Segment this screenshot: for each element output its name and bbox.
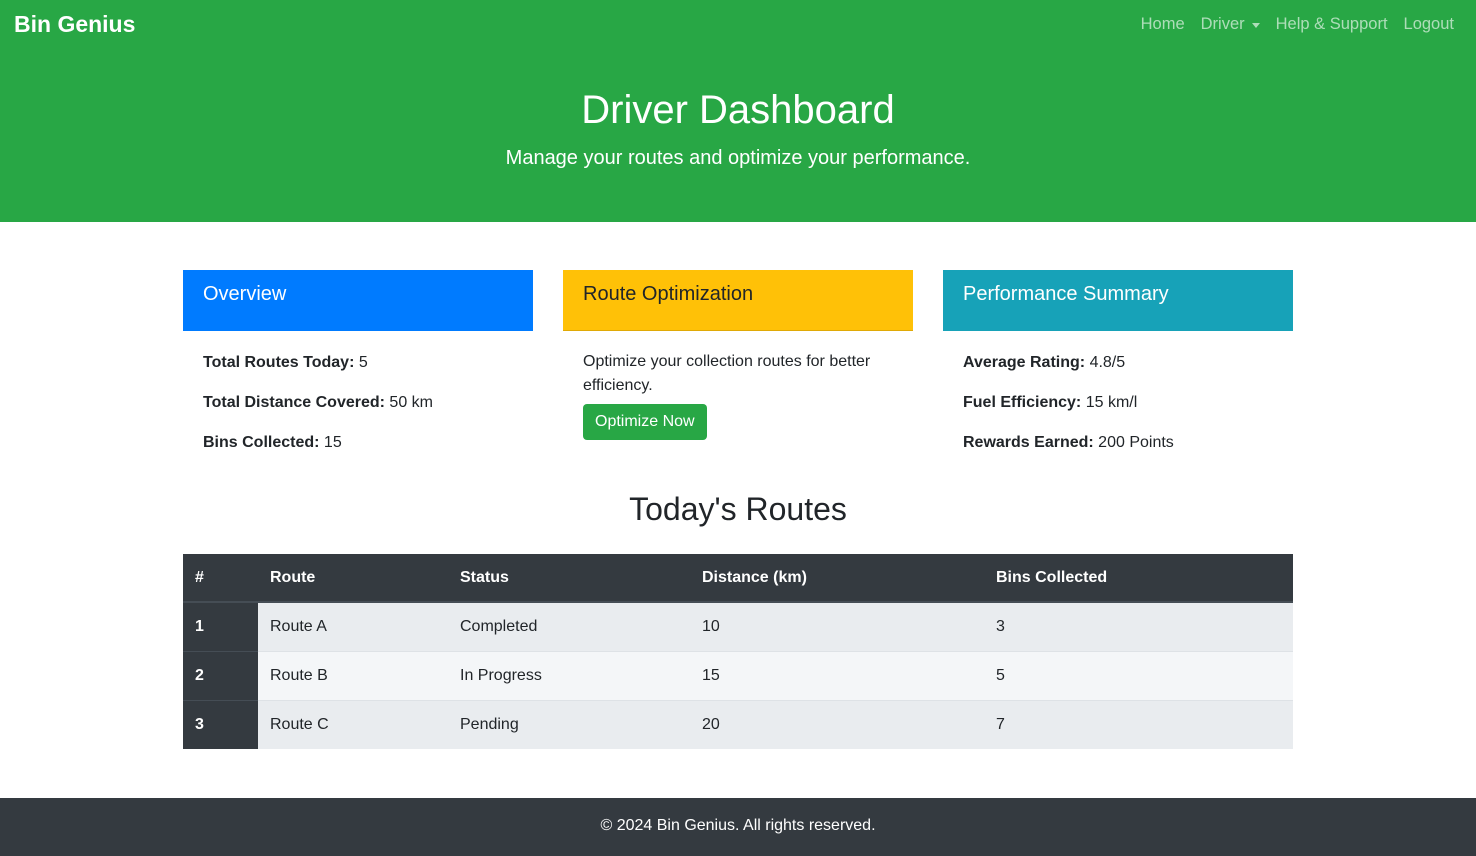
table-header-row: # Route Status Distance (km) Bins Collec…: [183, 554, 1293, 603]
cell-bins-collected: 7: [984, 699, 1293, 749]
stat-total-distance: Total Distance Covered: 50 km: [203, 392, 513, 432]
cell-index: 1: [183, 601, 258, 651]
nav-link-logout[interactable]: Logout: [1404, 15, 1454, 34]
nav-dropdown-driver-label: Driver: [1200, 15, 1245, 33]
stat-value: 5: [358, 354, 368, 371]
stat-total-routes: Total Routes Today: 5: [203, 352, 513, 392]
overview-card-body: Total Routes Today: 5 Total Distance Cov…: [183, 331, 533, 472]
overview-card: Overview Total Routes Today: 5 Total Dis…: [183, 270, 533, 472]
page-title: Driver Dashboard: [581, 88, 895, 132]
stat-label: Total Routes Today:: [203, 354, 355, 371]
cell-index: 2: [183, 650, 258, 700]
nav-dropdown-driver[interactable]: Driver: [1201, 15, 1260, 34]
cell-route: Route A: [258, 601, 448, 651]
route-optimization-card-body: Optimize your collection routes for bett…: [563, 331, 913, 440]
column-header-index: #: [183, 554, 258, 603]
cell-bins-collected: 3: [984, 601, 1293, 651]
stat-label: Average Rating:: [963, 354, 1086, 371]
nav-link-home[interactable]: Home: [1141, 15, 1185, 34]
stat-value: 4.8/5: [1089, 354, 1126, 371]
cell-index: 3: [183, 699, 258, 749]
navbar: Bin Genius Home Driver Help & Support Lo…: [0, 0, 1476, 57]
nav-links: Home Driver Help & Support Logout: [1125, 15, 1454, 34]
cell-route: Route C: [258, 699, 448, 749]
footer: © 2024 Bin Genius. All rights reserved.: [0, 798, 1476, 856]
routes-table: # Route Status Distance (km) Bins Collec…: [183, 554, 1293, 749]
stat-value: 15: [323, 434, 342, 451]
performance-summary-card: Performance Summary Average Rating: 4.8/…: [943, 270, 1293, 472]
stat-label: Rewards Earned:: [963, 434, 1094, 451]
stat-value: 50 km: [389, 394, 433, 411]
page-subtitle: Manage your routes and optimize your per…: [505, 147, 971, 169]
table-row: 2 Route B In Progress 15 5: [183, 650, 1293, 700]
route-optimization-description: Optimize your collection routes for bett…: [583, 353, 871, 394]
stat-label: Total Distance Covered:: [203, 394, 385, 411]
optimize-now-button[interactable]: Optimize Now: [583, 404, 707, 440]
column-header-route: Route: [258, 554, 448, 603]
brand-logo-link[interactable]: Bin Genius: [14, 11, 135, 38]
cell-status: In Progress: [448, 650, 690, 700]
cell-distance: 15: [690, 650, 984, 700]
column-header-status: Status: [448, 554, 690, 603]
footer-copyright: © 2024 Bin Genius. All rights reserved.: [600, 817, 876, 834]
table-row: 3 Route C Pending 20 7: [183, 699, 1293, 749]
nav-link-help-support[interactable]: Help & Support: [1276, 15, 1388, 34]
routes-section-title: Today's Routes: [629, 491, 847, 527]
caret-down-icon: [1251, 23, 1260, 28]
column-header-bins-collected: Bins Collected: [984, 554, 1293, 603]
route-optimization-card: Route Optimization Optimize your collect…: [563, 270, 913, 440]
cell-route: Route B: [258, 650, 448, 700]
stat-label: Bins Collected:: [203, 434, 320, 451]
stat-average-rating: Average Rating: 4.8/5: [963, 352, 1273, 392]
stat-rewards-earned: Rewards Earned: 200 Points: [963, 432, 1273, 472]
stat-label: Fuel Efficiency:: [963, 394, 1082, 411]
table-row: 1 Route A Completed 10 3: [183, 601, 1293, 651]
cell-status: Pending: [448, 699, 690, 749]
stat-bins-collected: Bins Collected: 15: [203, 432, 513, 472]
cell-status: Completed: [448, 601, 690, 651]
performance-summary-card-title: Performance Summary: [943, 270, 1293, 331]
route-optimization-card-title: Route Optimization: [563, 270, 913, 331]
cell-distance: 10: [690, 601, 984, 651]
stat-value: 15 km/l: [1085, 394, 1138, 411]
overview-card-title: Overview: [183, 270, 533, 331]
stat-fuel-efficiency: Fuel Efficiency: 15 km/l: [963, 392, 1273, 432]
hero-banner: Driver Dashboard Manage your routes and …: [0, 57, 1476, 222]
stat-value: 200 Points: [1098, 434, 1174, 451]
cell-distance: 20: [690, 699, 984, 749]
column-header-distance: Distance (km): [690, 554, 984, 603]
cell-bins-collected: 5: [984, 650, 1293, 700]
performance-summary-card-body: Average Rating: 4.8/5 Fuel Efficiency: 1…: [943, 331, 1293, 472]
